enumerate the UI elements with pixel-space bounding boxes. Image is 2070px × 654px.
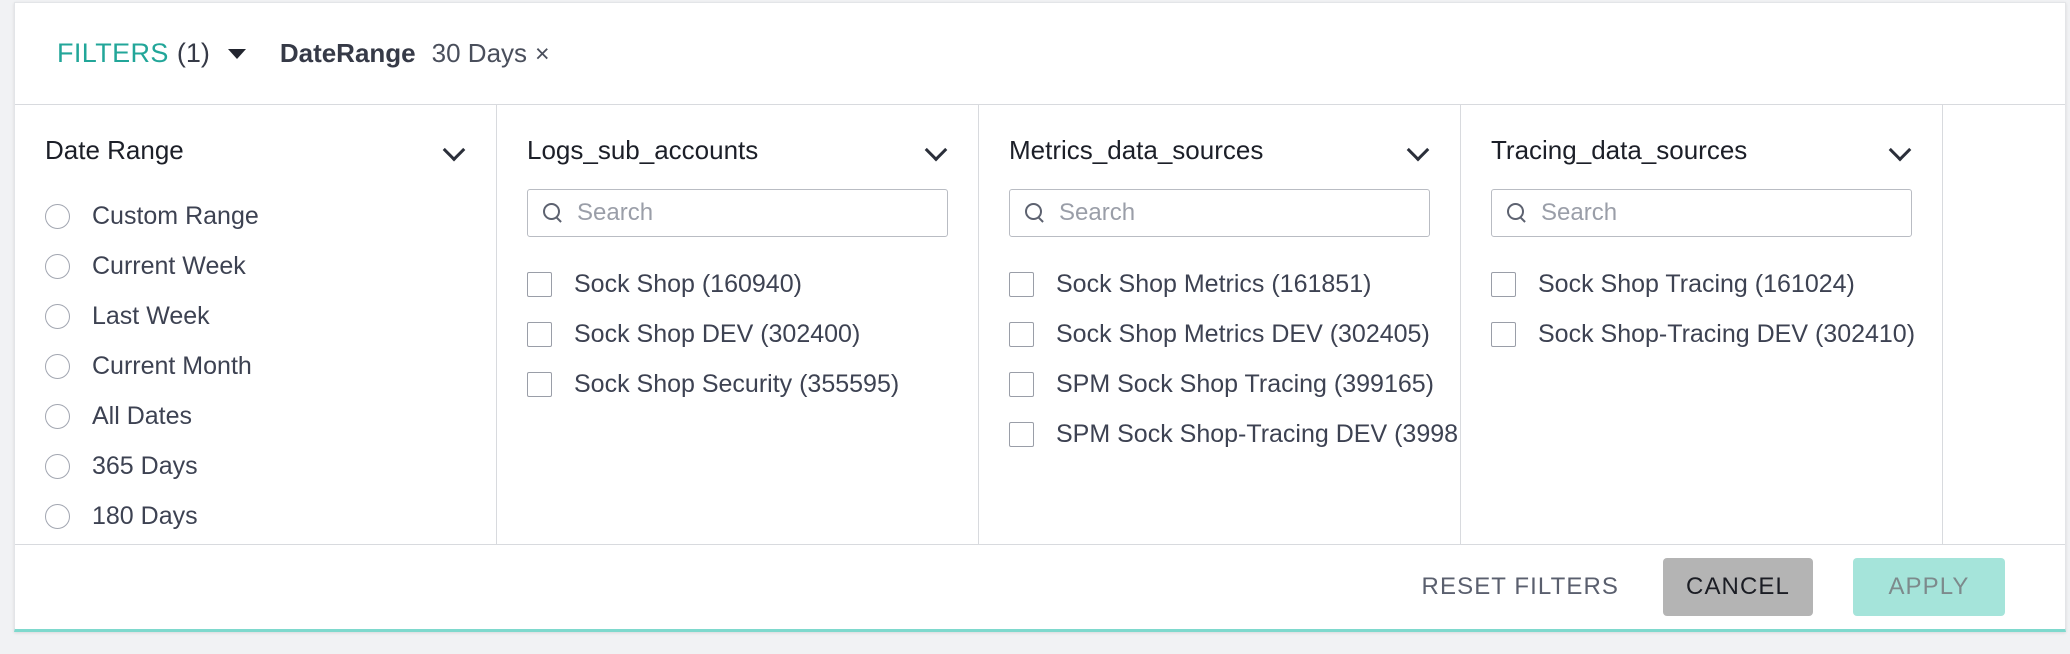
list-item-label: Sock Shop-Tracing DEV (302410) (1538, 320, 1915, 349)
chip-value-daterange: 30 Days (432, 38, 527, 69)
date-range-radio-group: Custom Range Current Week Last Week Curr… (45, 191, 466, 541)
checkbox-icon[interactable] (527, 272, 552, 297)
list-item-label: SPM Sock Shop-Tracing DEV (3998 (1056, 420, 1458, 449)
column-tracing-data-sources: Tracing_data_sources Sock Shop Tracing (… (1461, 105, 1943, 544)
chip-remove-close-icon[interactable]: × (535, 42, 550, 67)
list-item-label: Sock Shop Security (355595) (574, 370, 899, 399)
list-item[interactable]: Sock Shop DEV (302400) (527, 309, 948, 359)
checkbox-icon[interactable] (1491, 272, 1516, 297)
list-item-label: Sock Shop Metrics DEV (302405) (1056, 320, 1430, 349)
radio-option-custom-range[interactable]: Custom Range (45, 191, 466, 241)
column-title-metrics-data-sources: Metrics_data_sources (1009, 135, 1263, 166)
checkbox-icon[interactable] (1009, 372, 1034, 397)
checkbox-icon[interactable] (1491, 322, 1516, 347)
column-header-metrics-data-sources[interactable]: Metrics_data_sources (1009, 127, 1430, 173)
column-header-logs-sub-accounts[interactable]: Logs_sub_accounts (527, 127, 948, 173)
radio-circle-icon[interactable] (45, 504, 70, 529)
column-header-date-range[interactable]: Date Range (45, 127, 466, 173)
checkbox-icon[interactable] (1009, 272, 1034, 297)
radio-option-last-week[interactable]: Last Week (45, 291, 466, 341)
column-title-date-range: Date Range (45, 135, 184, 166)
tracing-search-input[interactable] (1541, 199, 1911, 227)
radio-option-365-days[interactable]: 365 Days (45, 441, 466, 491)
reset-filters-button[interactable]: RESET FILTERS (1422, 573, 1619, 601)
list-item-label: Sock Shop (160940) (574, 270, 802, 299)
checkbox-icon[interactable] (527, 322, 552, 347)
column-title-tracing-data-sources: Tracing_data_sources (1491, 135, 1747, 166)
radio-option-current-week[interactable]: Current Week (45, 241, 466, 291)
radio-circle-icon[interactable] (45, 254, 70, 279)
list-item[interactable]: Sock Shop Metrics DEV (302405) (1009, 309, 1430, 359)
filters-chevron-down-icon[interactable] (228, 49, 246, 59)
list-item[interactable]: Sock Shop Metrics (161851) (1009, 259, 1430, 309)
metrics-search-box[interactable] (1009, 189, 1430, 237)
logs-search-input[interactable] (577, 199, 947, 227)
apply-button[interactable]: APPLY (1853, 558, 2005, 616)
filters-footer: RESET FILTERS CANCEL APPLY (15, 545, 2065, 629)
list-item[interactable]: Sock Shop (160940) (527, 259, 948, 309)
column-date-range: Date Range Custom Range Current Week Las… (15, 105, 497, 544)
logs-option-list: Sock Shop (160940) Sock Shop DEV (302400… (527, 259, 948, 409)
tracing-option-list: Sock Shop Tracing (161024) Sock Shop-Tra… (1491, 259, 1912, 359)
date-range-chevron-down-icon[interactable] (444, 140, 464, 160)
tracing-data-sources-chevron-down-icon[interactable] (1890, 140, 1910, 160)
cancel-button[interactable]: CANCEL (1663, 558, 1813, 616)
radio-circle-icon[interactable] (45, 404, 70, 429)
radio-option-all-dates[interactable]: All Dates (45, 391, 466, 441)
filters-header-bar: FILTERS (1) DateRange 30 Days × (15, 3, 2065, 105)
radio-circle-icon[interactable] (45, 204, 70, 229)
radio-option-current-month[interactable]: Current Month (45, 341, 466, 391)
radio-label: Custom Range (92, 202, 259, 231)
radio-label: 365 Days (92, 452, 198, 481)
chip-key-daterange: DateRange (280, 38, 416, 69)
metrics-search-input[interactable] (1059, 199, 1429, 227)
list-item-label: Sock Shop Metrics (161851) (1056, 270, 1371, 299)
checkbox-icon[interactable] (1009, 422, 1034, 447)
logs-sub-accounts-chevron-down-icon[interactable] (926, 140, 946, 160)
column-empty-pane (1943, 105, 2065, 544)
checkbox-icon[interactable] (1009, 322, 1034, 347)
column-header-tracing-data-sources[interactable]: Tracing_data_sources (1491, 127, 1912, 173)
radio-label: Current Week (92, 252, 246, 281)
radio-circle-icon[interactable] (45, 454, 70, 479)
list-item[interactable]: SPM Sock Shop-Tracing DEV (3998 (1009, 409, 1430, 459)
filters-panel: FILTERS (1) DateRange 30 Days × Date Ran… (14, 2, 2066, 632)
checkbox-icon[interactable] (527, 372, 552, 397)
metrics-option-list: Sock Shop Metrics (161851) Sock Shop Met… (1009, 259, 1430, 459)
list-item[interactable]: Sock Shop-Tracing DEV (302410) (1491, 309, 1912, 359)
list-item[interactable]: SPM Sock Shop Tracing (399165) (1009, 359, 1430, 409)
search-icon (542, 202, 564, 224)
filter-columns: Date Range Custom Range Current Week Las… (15, 105, 2065, 545)
search-icon (1506, 202, 1528, 224)
radio-circle-icon[interactable] (45, 304, 70, 329)
column-metrics-data-sources: Metrics_data_sources Sock Shop Metrics (… (979, 105, 1461, 544)
radio-label: Current Month (92, 352, 252, 381)
logs-search-box[interactable] (527, 189, 948, 237)
column-logs-sub-accounts: Logs_sub_accounts Sock Shop (160940) Soc… (497, 105, 979, 544)
list-item[interactable]: Sock Shop Security (355595) (527, 359, 948, 409)
filters-panel-page: FILTERS (1) DateRange 30 Days × Date Ran… (0, 0, 2070, 654)
radio-label: Last Week (92, 302, 210, 331)
radio-circle-icon[interactable] (45, 354, 70, 379)
radio-option-180-days[interactable]: 180 Days (45, 491, 466, 541)
column-title-logs-sub-accounts: Logs_sub_accounts (527, 135, 758, 166)
filters-title: FILTERS (57, 38, 169, 69)
list-item-label: SPM Sock Shop Tracing (399165) (1056, 370, 1434, 399)
list-item[interactable]: Sock Shop Tracing (161024) (1491, 259, 1912, 309)
filters-count: (1) (177, 38, 210, 69)
tracing-search-box[interactable] (1491, 189, 1912, 237)
radio-label: All Dates (92, 402, 192, 431)
radio-label: 180 Days (92, 502, 198, 531)
list-item-label: Sock Shop Tracing (161024) (1538, 270, 1855, 299)
metrics-data-sources-chevron-down-icon[interactable] (1408, 140, 1428, 160)
active-filter-chip: DateRange 30 Days × (280, 38, 550, 69)
list-item-label: Sock Shop DEV (302400) (574, 320, 860, 349)
search-icon (1024, 202, 1046, 224)
